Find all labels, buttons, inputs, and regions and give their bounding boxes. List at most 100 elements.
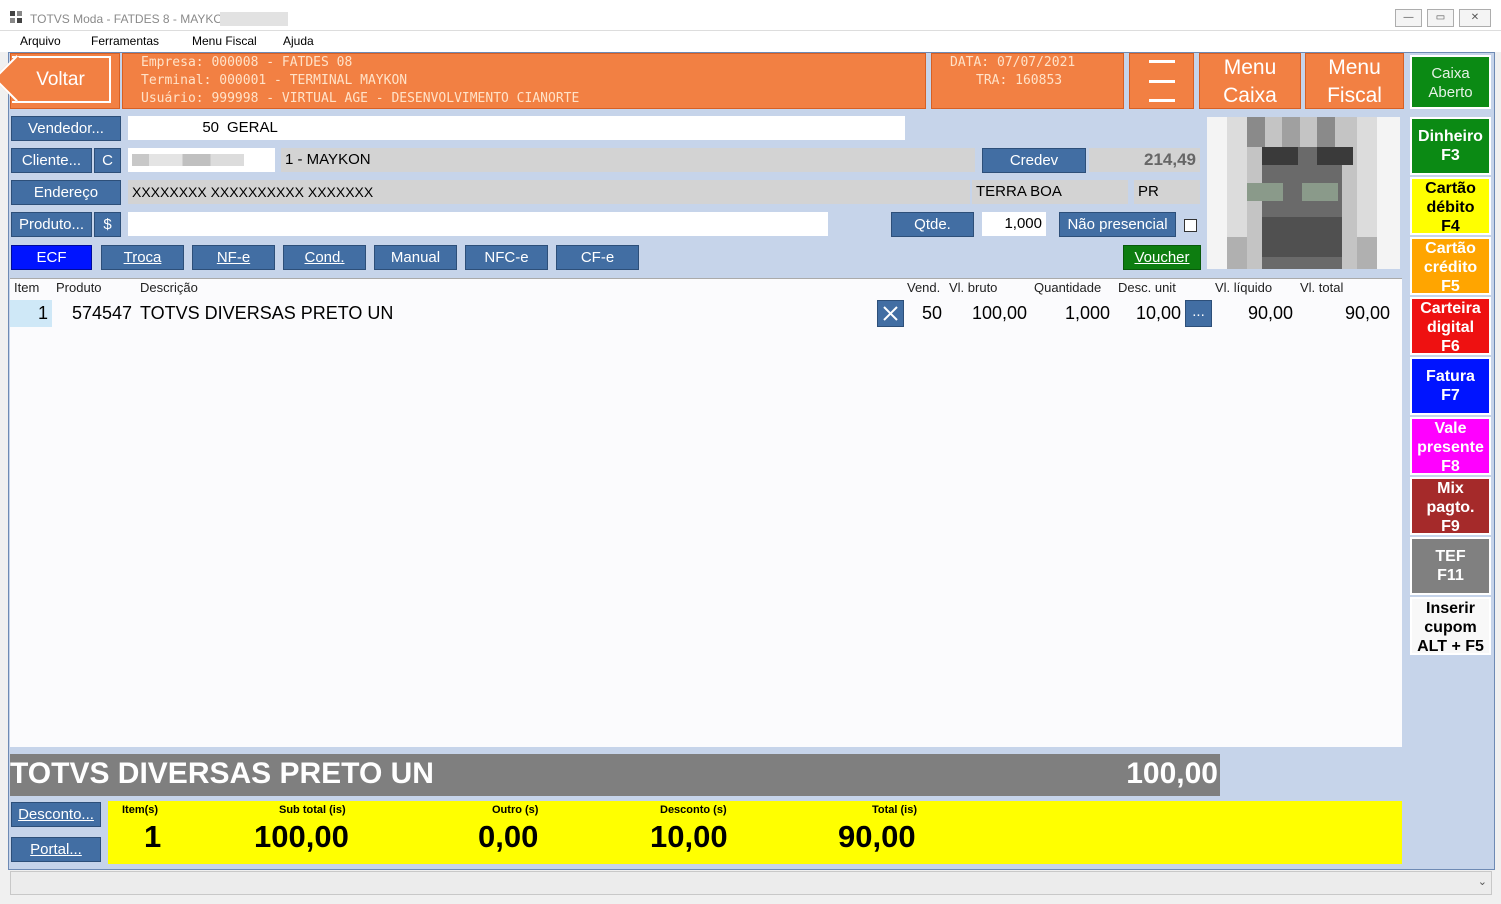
payment-button-label: digital (1426, 319, 1475, 336)
nao-presencial-checkbox[interactable] (1184, 219, 1197, 232)
window-title: TOTVS Moda - FATDES 8 - MAYKON (30, 12, 232, 26)
caixa-aberto-status: Caixa Aberto (1410, 55, 1491, 109)
payment-button-shortcut: F6 (1441, 338, 1460, 355)
row-item: 1 (38, 303, 49, 323)
payment-button-label: Mix (1437, 480, 1464, 497)
cliente-code-field[interactable] (128, 148, 275, 172)
row-vl-liquido: 90,00 (1248, 303, 1294, 323)
current-item-value: 100,00 (1126, 757, 1218, 790)
menu-ferramentas[interactable]: Ferramentas (91, 34, 159, 48)
menu-fiscal-button[interactable]: Menu Fiscal (1305, 53, 1404, 109)
col-vl-total[interactable]: Vl. total (1300, 280, 1343, 295)
col-item[interactable]: Item (14, 280, 39, 295)
payment-button-f3[interactable]: Dinheiro F3 (1410, 117, 1491, 175)
payment-button-f9[interactable]: Mix pagto. F9 (1410, 477, 1491, 535)
payment-button-f4[interactable]: Cartão débito F4 (1410, 177, 1491, 235)
col-quantidade[interactable]: Quantidade (1034, 280, 1101, 295)
close-button[interactable]: ✕ (1459, 9, 1491, 27)
menu-menu-fiscal[interactable]: Menu Fiscal (192, 34, 257, 48)
cliente-c-button[interactable]: C (94, 148, 121, 173)
cfe-button[interactable]: CF-e (556, 245, 639, 270)
col-vl-bruto[interactable]: Vl. bruto (949, 280, 997, 295)
menu-caixa-button[interactable]: Menu Caixa (1199, 53, 1301, 109)
hamburger-button[interactable] (1129, 53, 1194, 109)
produto-button[interactable]: Produto... (11, 212, 92, 237)
produto-input[interactable] (128, 212, 828, 236)
qtde-field[interactable]: 1,000 (982, 212, 1046, 236)
col-produto[interactable]: Produto (56, 280, 102, 295)
session-info-panel: Empresa: 000008 - FATDES 08 Terminal: 00… (122, 53, 926, 109)
close-icon: ✕ (1470, 12, 1480, 23)
col-vend[interactable]: Vend. (907, 280, 940, 295)
payment-button-label: TEF (1435, 548, 1466, 565)
cond-button[interactable]: Cond. (283, 245, 366, 270)
chevron-down-icon[interactable]: ⌄ (1478, 875, 1487, 888)
itens-value: 1 (144, 819, 162, 854)
voucher-button[interactable]: Voucher (1123, 245, 1201, 270)
tra-text: TRA: 160853 (976, 73, 1063, 88)
row-desc-unit: 10,00 (1136, 303, 1182, 323)
endereco-button[interactable]: Endereço (11, 180, 121, 205)
subtotal-label: Sub total (is) (279, 804, 346, 816)
payment-button-label: débito (1426, 199, 1475, 216)
vendedor-code-field[interactable]: 50 (128, 116, 223, 140)
payment-button-f11[interactable]: TEF F11 (1410, 537, 1491, 595)
minimize-button[interactable]: — (1395, 9, 1422, 27)
cliente-name-field: 1 - MAYKON (281, 148, 975, 172)
back-button[interactable]: Voltar (12, 56, 111, 103)
menu-arquivo[interactable]: Arquivo (20, 34, 61, 48)
payment-button-f8[interactable]: Vale presente F8 (1410, 417, 1491, 475)
menu-fiscal-line2: Fiscal (1327, 84, 1382, 107)
row-more-button[interactable]: ... (1185, 300, 1212, 327)
total-value: 90,00 (838, 819, 916, 854)
row-quantidade: 1,000 (1065, 303, 1111, 323)
credev-button[interactable]: Credev (982, 148, 1086, 173)
portal-button[interactable]: Portal... (11, 837, 101, 862)
payment-button-shortcut: F8 (1441, 458, 1460, 475)
payment-button-f5[interactable]: Cartão crédito F5 (1410, 237, 1491, 295)
payment-button-label: Inserir (1426, 600, 1475, 617)
cidade-field: TERRA BOA (972, 180, 1128, 204)
produto-price-button[interactable]: $ (94, 212, 121, 237)
payment-button-shortcut: ALT + F5 (1417, 638, 1484, 655)
items-grid: Item Produto Descrição Vend. Vl. bruto Q… (10, 278, 1402, 747)
payment-button-alt-f5[interactable]: Inserir cupom ALT + F5 (1410, 597, 1491, 655)
endereco-field: XXXXXXXX XXXXXXXXXX XXXXXXX (128, 180, 970, 204)
col-desc-unit[interactable]: Desc. unit (1118, 280, 1176, 295)
uf-field: PR (1134, 180, 1200, 204)
close-icon (883, 306, 898, 321)
cliente-button[interactable]: Cliente... (11, 148, 92, 173)
row-vl-total: 90,00 (1345, 303, 1391, 323)
row-vend: 50 (922, 303, 943, 323)
nao-presencial-button[interactable]: Não presencial (1059, 212, 1176, 237)
total-label: Total (is) (872, 804, 918, 816)
product-photo (1207, 117, 1400, 269)
maximize-icon: ▭ (1435, 12, 1446, 23)
app-icon (10, 11, 22, 23)
payment-button-label: pagto. (1426, 499, 1475, 516)
troca-button[interactable]: Troca (101, 245, 184, 270)
maximize-button[interactable]: ▭ (1427, 9, 1454, 27)
desconto-value: 10,00 (650, 819, 728, 854)
vendedor-button[interactable]: Vendedor... (11, 116, 121, 141)
col-descricao[interactable]: Descrição (140, 280, 198, 295)
menu-fiscal-line1: Menu (1328, 56, 1381, 79)
title-blurred-text (220, 12, 288, 26)
col-vl-liquido[interactable]: Vl. líquido (1215, 280, 1272, 295)
menu-ajuda[interactable]: Ajuda (283, 34, 314, 48)
nfce-button[interactable]: NFC-e (465, 245, 548, 270)
manual-button[interactable]: Manual (374, 245, 457, 270)
payment-button-shortcut: F9 (1441, 518, 1460, 535)
payment-button-f6[interactable]: Carteira digital F6 (1410, 297, 1491, 355)
empresa-text: Empresa: 000008 - FATDES 08 (141, 55, 353, 70)
remove-item-button[interactable] (877, 300, 904, 327)
payment-button-shortcut: F4 (1441, 218, 1460, 235)
nfe-button[interactable]: NF-e (192, 245, 275, 270)
ecf-button[interactable]: ECF (11, 245, 92, 270)
payment-button-f7[interactable]: Fatura F7 (1410, 357, 1491, 415)
qtde-button[interactable]: Qtde. (891, 212, 974, 237)
minimize-icon: — (1403, 12, 1414, 23)
desconto-button[interactable]: Desconto... (11, 802, 101, 827)
row-descricao: TOTVS DIVERSAS PRETO UN (140, 303, 394, 323)
payment-button-label: Dinheiro (1418, 128, 1483, 145)
